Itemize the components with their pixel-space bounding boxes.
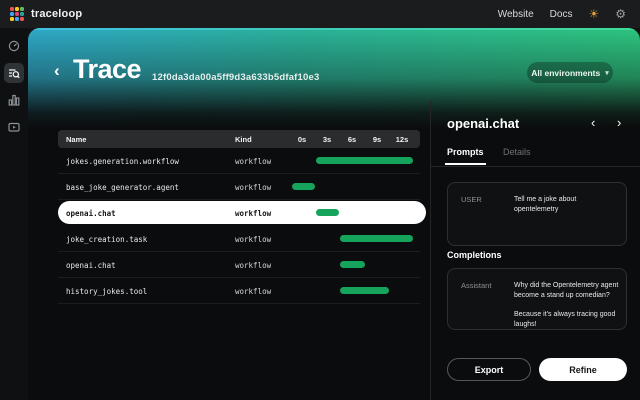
completion-message-box: Assistant Why did the Opentelemetry agen… [447,268,627,330]
sidebar-item-playground[interactable] [4,117,24,137]
duration-bar [340,261,365,268]
row-span-kind: workflow [235,209,271,218]
completion-text: Why did the Opentelemetry agent become a… [514,281,620,330]
export-button[interactable]: Export [447,358,531,381]
time-axis-tick: 0s [298,135,306,144]
top-bar: traceloop Website Docs ☀ ⚙ [0,0,640,28]
prompt-text: Tell me a joke about opentelemetry [514,195,620,215]
spans-table: Name Kind 0s 3s 6s 9s 12s jokes.generation.w… [58,130,420,304]
row-span-name: history_jokes.tool [66,287,147,296]
row-span-name: openai.chat [66,261,116,270]
row-span-kind: workflow [235,183,271,192]
tab-details[interactable]: Details [503,147,531,157]
search-traces-icon [8,67,20,79]
settings-gear-icon[interactable]: ⚙ [615,8,626,20]
panel-tabs: Prompts Details [431,144,640,167]
duration-bar [316,157,413,164]
duration-bar [340,287,389,294]
environment-dropdown-label: All environments [531,68,600,78]
theme-toggle-sun-icon[interactable]: ☀ [588,8,599,20]
sidebar-item-dashboard[interactable] [4,36,24,56]
link-website[interactable]: Website [498,9,534,20]
time-axis-tick: 6s [348,135,356,144]
row-span-name: openai.chat [66,209,116,218]
brand-name: traceloop [31,8,82,20]
app-window: traceloop Website Docs ☀ ⚙ [0,0,640,400]
row-span-kind: workflow [235,235,271,244]
gauge-icon [8,40,20,52]
completions-heading: Completions [447,250,502,260]
prompt-role-label: USER [461,195,482,204]
table-row[interactable]: openai.chat workflow [58,200,420,226]
column-header-name: Name [66,135,86,144]
time-axis-tick: 3s [323,135,331,144]
monitor-play-icon [8,121,20,133]
sidebar [0,28,28,400]
sidebar-item-traces[interactable] [4,63,24,83]
duration-bar [340,235,413,242]
refine-button[interactable]: Refine [539,358,627,381]
table-row[interactable]: history_jokes.tool workflow [58,278,420,304]
row-span-name: jokes.generation.workflow [66,157,179,166]
table-header: Name Kind 0s 3s 6s 9s 12s [58,130,420,148]
chevron-down-icon: ▾ [605,69,609,77]
row-span-kind: workflow [235,157,271,166]
column-header-kind: Kind [235,135,252,144]
row-span-kind: workflow [235,261,271,270]
prev-span-button[interactable]: ‹ [591,116,595,130]
table-row[interactable]: joke_creation.task workflow [58,226,420,252]
time-axis-tick: 9s [373,135,381,144]
table-row[interactable]: jokes.generation.workflow workflow [58,148,420,174]
environment-dropdown[interactable]: All environments ▾ [527,62,613,83]
trace-id: 12f0da3da00a5ff9d3a633b5dfaf10e3 [152,72,319,83]
span-detail-panel: openai.chat ‹ › Prompts Details USER Tel… [430,100,640,400]
next-span-button[interactable]: › [617,116,621,130]
row-span-kind: workflow [235,287,271,296]
main-content-card: ‹ Trace 12f0da3da00a5ff9d3a633b5dfaf10e3… [28,28,640,400]
completion-role-label: Assistant [461,281,491,290]
sidebar-item-analytics[interactable] [4,90,24,110]
back-button[interactable]: ‹ [54,62,60,79]
bar-chart-icon [8,94,20,106]
tab-prompts[interactable]: Prompts [447,147,484,157]
time-axis-tick: 12s [396,135,409,144]
table-row[interactable]: base_joke_generator.agent workflow [58,174,420,200]
table-row[interactable]: openai.chat workflow [58,252,420,278]
prompt-message-box: USER Tell me a joke about opentelemetry [447,182,627,246]
row-span-name: base_joke_generator.agent [66,183,179,192]
duration-bar [316,209,339,216]
row-span-name: joke_creation.task [66,235,147,244]
span-title: openai.chat [447,116,519,131]
traceloop-logo-icon [10,7,24,21]
link-docs[interactable]: Docs [550,9,573,20]
duration-bar [292,183,315,190]
page-title: Trace [73,54,141,85]
